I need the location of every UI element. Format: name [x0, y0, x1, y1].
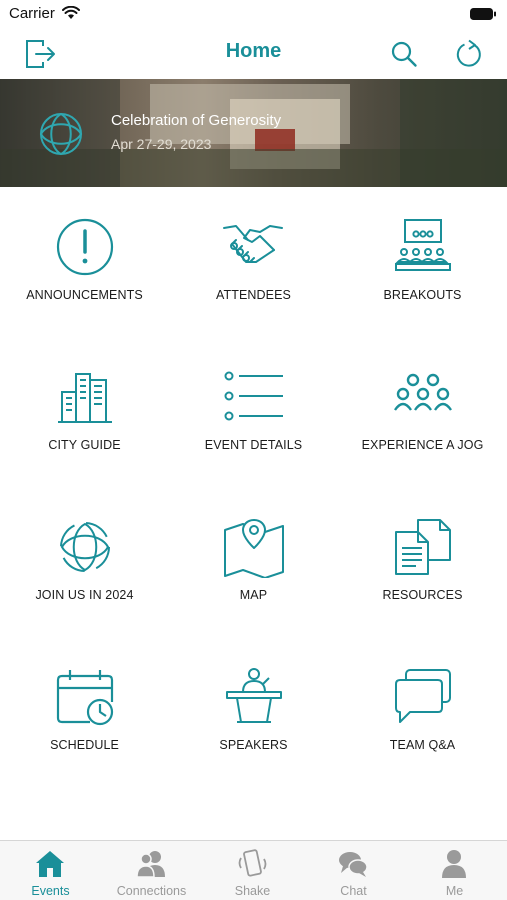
tile-resources[interactable]: RESOURCES	[338, 488, 507, 638]
tab-connections[interactable]: Connections	[101, 841, 202, 900]
tab-events[interactable]: Events	[0, 841, 101, 900]
chat-icon	[339, 852, 368, 877]
tile-label: TEAM Q&A	[389, 738, 456, 752]
tile-label: ANNOUNCEMENTS	[26, 288, 143, 302]
list-icon	[224, 371, 283, 421]
phone-shake-icon	[238, 849, 267, 877]
page-title: Home	[225, 40, 282, 62]
tab-bar: Events Connections Shake Chat Me	[0, 840, 507, 900]
tile-label: JOIN US IN 2024	[35, 588, 134, 602]
handshake-icon	[223, 225, 283, 263]
event-logo-icon	[39, 112, 83, 156]
tile-label: BREAKOUTS	[383, 288, 462, 302]
tab-label: Events	[31, 884, 70, 898]
tile-schedule[interactable]: SCHEDULE	[0, 638, 169, 788]
announcement-icon	[56, 218, 114, 276]
people-icon	[136, 851, 165, 878]
battery-icon	[470, 8, 496, 20]
search-icon	[391, 41, 417, 67]
map-icon	[224, 519, 284, 578]
event-title: Celebration of Generosity	[111, 112, 282, 129]
tile-city-guide[interactable]: CITY GUIDE	[0, 338, 169, 488]
carrier-label: Carrier	[9, 5, 55, 22]
tile-map[interactable]: MAP	[169, 488, 338, 638]
presentation-icon	[395, 219, 451, 271]
event-banner[interactable]: Celebration of Generosity Apr 27-29, 202…	[0, 79, 507, 187]
tile-speakers[interactable]: SPEAKERS	[169, 638, 338, 788]
refresh-button[interactable]	[451, 36, 487, 72]
tab-label: Connections	[116, 884, 187, 898]
home-icon	[36, 851, 64, 877]
status-bar: Carrier	[0, 0, 507, 30]
tile-label: MAP	[239, 588, 268, 602]
tile-label: CITY GUIDE	[48, 438, 121, 452]
person-icon	[442, 850, 466, 878]
tile-event-details[interactable]: EVENT DETAILS	[169, 338, 338, 488]
tile-attendees[interactable]: ATTENDEES	[169, 188, 338, 338]
tile-label: SPEAKERS	[219, 738, 288, 752]
tile-label: RESOURCES	[382, 588, 463, 602]
group-icon	[394, 373, 452, 411]
wifi-icon	[62, 6, 80, 19]
tab-label: Shake	[234, 884, 271, 898]
tile-label: EXPERIENCE A JOG	[361, 438, 484, 452]
tile-label: ATTENDEES	[216, 288, 291, 302]
refresh-icon	[456, 39, 481, 67]
tile-breakouts[interactable]: BREAKOUTS	[338, 188, 507, 338]
tile-label: EVENT DETAILS	[204, 438, 303, 452]
logo-icon	[60, 522, 110, 572]
tile-team-qa[interactable]: TEAM Q&A	[338, 638, 507, 788]
search-button[interactable]	[386, 36, 422, 72]
tile-join-us-2024[interactable]: JOIN US IN 2024	[0, 488, 169, 638]
navigation-bar: Home	[0, 30, 507, 78]
podium-icon	[226, 668, 282, 723]
tab-chat[interactable]: Chat	[303, 841, 404, 900]
tile-experience-a-jog[interactable]: EXPERIENCE A JOG	[338, 338, 507, 488]
documents-icon	[395, 519, 451, 575]
city-icon	[58, 373, 112, 423]
tab-label: Chat	[340, 884, 367, 898]
event-date: Apr 27-29, 2023	[111, 136, 212, 152]
chat-bubbles-icon	[395, 669, 451, 723]
tile-label: SCHEDULE	[50, 738, 119, 752]
tab-me[interactable]: Me	[404, 841, 505, 900]
tile-announcements[interactable]: ANNOUNCEMENTS	[0, 188, 169, 338]
tab-label: Me	[445, 884, 464, 898]
tab-shake[interactable]: Shake	[202, 841, 303, 900]
calendar-clock-icon	[56, 670, 114, 726]
